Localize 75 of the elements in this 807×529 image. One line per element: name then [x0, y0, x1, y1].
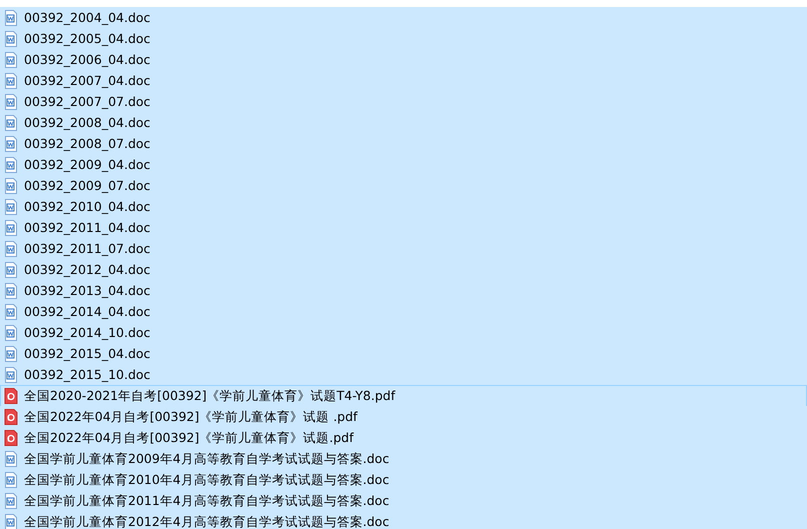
word-document-icon: [4, 493, 18, 509]
file-row[interactable]: 00392_2015_04.doc: [0, 343, 807, 365]
file-name: 00392_2009_07.doc: [24, 178, 150, 194]
file-name: 00392_2013_04.doc: [24, 283, 150, 299]
word-document-icon: [4, 283, 18, 299]
file-name: 00392_2004_04.doc: [24, 10, 150, 26]
file-name: 全国2022年04月自考[00392]《学前儿童体育》试题 .pdf: [24, 409, 358, 425]
word-document-icon: [4, 262, 18, 278]
word-document-icon: [4, 514, 18, 529]
file-name: 00392_2014_04.doc: [24, 304, 150, 320]
file-row[interactable]: 00392_2009_07.doc: [0, 175, 807, 197]
file-row[interactable]: 00392_2014_10.doc: [0, 322, 807, 344]
file-row[interactable]: 全国2022年04月自考[00392]《学前儿童体育》试题 .pdf: [0, 406, 807, 428]
word-document-icon: [4, 73, 18, 89]
word-document-icon: [4, 472, 18, 488]
word-document-icon: [4, 241, 18, 257]
file-row[interactable]: 00392_2004_04.doc: [0, 7, 807, 29]
word-document-icon: [4, 304, 18, 320]
pdf-document-icon: [4, 430, 18, 446]
file-row[interactable]: 00392_2014_04.doc: [0, 301, 807, 323]
file-row[interactable]: 00392_2008_07.doc: [0, 133, 807, 155]
word-document-icon: [4, 178, 18, 194]
file-name: 00392_2010_04.doc: [24, 199, 150, 215]
file-name: 00392_2007_04.doc: [24, 73, 150, 89]
file-name: 00392_2008_07.doc: [24, 136, 150, 152]
word-document-icon: [4, 451, 18, 467]
file-row[interactable]: 全国学前儿童体育2011年4月高等教育自学考试试题与答案.doc: [0, 490, 807, 512]
word-document-icon: [4, 52, 18, 68]
file-name: 00392_2014_10.doc: [24, 325, 150, 341]
file-name: 全国2020-2021年自考[00392]《学前儿童体育》试题T4-Y8.pdf: [24, 388, 396, 404]
file-name: 00392_2011_07.doc: [24, 241, 150, 257]
file-name: 00392_2015_04.doc: [24, 346, 150, 362]
file-row[interactable]: 00392_2011_04.doc: [0, 217, 807, 239]
file-row[interactable]: 00392_2009_04.doc: [0, 154, 807, 176]
word-document-icon: [4, 136, 18, 152]
word-document-icon: [4, 157, 18, 173]
file-name: 00392_2011_04.doc: [24, 220, 150, 236]
word-document-icon: [4, 199, 18, 215]
file-name: 00392_2012_04.doc: [24, 262, 150, 278]
pdf-document-icon: [4, 388, 18, 404]
file-name: 00392_2006_04.doc: [24, 52, 150, 68]
file-name: 00392_2005_04.doc: [24, 31, 150, 47]
file-row[interactable]: 全国2020-2021年自考[00392]《学前儿童体育》试题T4-Y8.pdf: [0, 385, 807, 407]
word-document-icon: [4, 220, 18, 236]
file-name: 00392_2007_07.doc: [24, 94, 150, 110]
file-name: 00392_2015_10.doc: [24, 367, 150, 383]
file-row[interactable]: 00392_2010_04.doc: [0, 196, 807, 218]
pdf-document-icon: [4, 409, 18, 425]
file-row[interactable]: 00392_2008_04.doc: [0, 112, 807, 134]
file-row[interactable]: 00392_2011_07.doc: [0, 238, 807, 260]
file-row[interactable]: 全国学前儿童体育2012年4月高等教育自学考试试题与答案.doc: [0, 511, 807, 529]
file-row[interactable]: 00392_2007_04.doc: [0, 70, 807, 92]
file-name: 全国学前儿童体育2011年4月高等教育自学考试试题与答案.doc: [24, 493, 390, 509]
file-row[interactable]: 00392_2013_04.doc: [0, 280, 807, 302]
word-document-icon: [4, 367, 18, 383]
file-row[interactable]: 00392_2007_07.doc: [0, 91, 807, 113]
file-name: 全国学前儿童体育2010年4月高等教育自学考试试题与答案.doc: [24, 472, 390, 488]
file-row[interactable]: 00392_2006_04.doc: [0, 49, 807, 71]
word-document-icon: [4, 94, 18, 110]
file-row[interactable]: 00392_2012_04.doc: [0, 259, 807, 281]
word-document-icon: [4, 325, 18, 341]
file-name: 00392_2009_04.doc: [24, 157, 150, 173]
file-name: 全国学前儿童体育2012年4月高等教育自学考试试题与答案.doc: [24, 514, 390, 529]
file-name: 全国学前儿童体育2009年4月高等教育自学考试试题与答案.doc: [24, 451, 390, 467]
file-row[interactable]: 00392_2005_04.doc: [0, 28, 807, 50]
file-row[interactable]: 全国学前儿童体育2010年4月高等教育自学考试试题与答案.doc: [0, 469, 807, 491]
file-row[interactable]: 00392_2015_10.doc: [0, 364, 807, 386]
file-name: 00392_2008_04.doc: [24, 115, 150, 131]
file-row[interactable]: 全国2022年04月自考[00392]《学前儿童体育》试题.pdf: [0, 427, 807, 449]
word-document-icon: [4, 10, 18, 26]
file-name: 全国2022年04月自考[00392]《学前儿童体育》试题.pdf: [24, 430, 354, 446]
word-document-icon: [4, 31, 18, 47]
word-document-icon: [4, 115, 18, 131]
word-document-icon: [4, 346, 18, 362]
file-row[interactable]: 全国学前儿童体育2009年4月高等教育自学考试试题与答案.doc: [0, 448, 807, 470]
